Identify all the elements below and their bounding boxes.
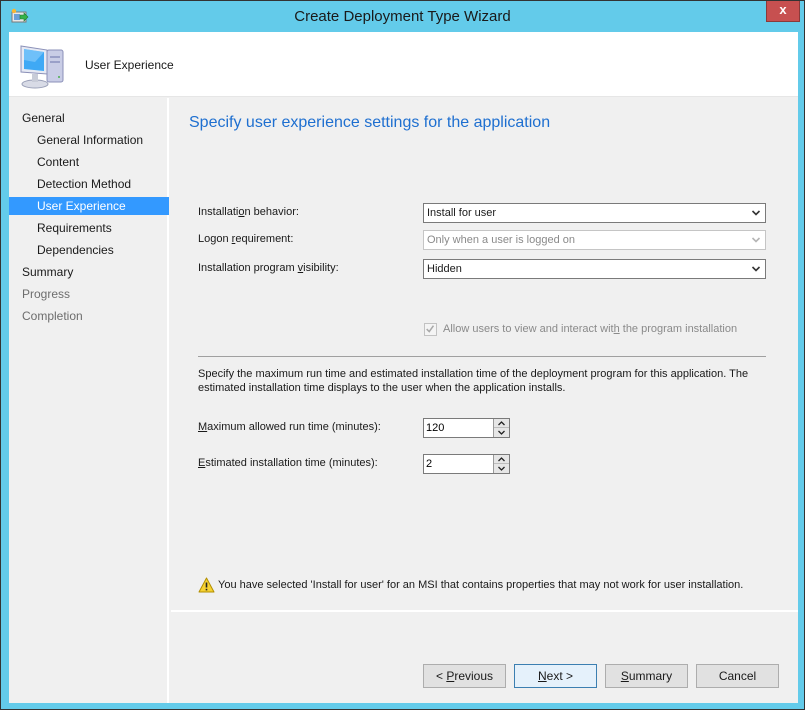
summary-button[interactable]: Summary <box>605 664 688 688</box>
logon-requirement-value: Only when a user is logged on <box>427 234 575 246</box>
allow-interact-label: Allow users to view and interact with th… <box>443 323 738 335</box>
spin-down-button[interactable] <box>494 464 509 473</box>
estimated-time-value[interactable]: 2 <box>426 458 432 470</box>
nav-item-summary[interactable]: Summary <box>9 263 169 281</box>
installation-behavior-label: Installation behavior: <box>198 206 299 218</box>
footer-divider <box>171 610 798 612</box>
nav-item-general[interactable]: General <box>9 109 169 127</box>
nav-item-requirements[interactable]: Requirements <box>9 219 169 237</box>
chevron-up-icon <box>498 456 505 461</box>
warning-text: You have selected 'Install for user' for… <box>218 579 744 591</box>
spin-up-button[interactable] <box>494 419 509 428</box>
spin-up-button[interactable] <box>494 455 509 464</box>
wizard-page: Specify user experience settings for the… <box>171 98 798 703</box>
program-visibility-value: Hidden <box>427 263 462 275</box>
max-run-time-label: Maximum allowed run time (minutes): <box>198 421 381 433</box>
installation-behavior-value: Install for user <box>427 207 497 219</box>
nav-item-dependencies[interactable]: Dependencies <box>9 241 169 259</box>
estimated-time-label: Estimated installation time (minutes): <box>198 457 378 469</box>
nav-item-general-information[interactable]: General Information <box>9 131 169 149</box>
chevron-down-icon <box>751 210 761 216</box>
window-title: Create Deployment Type Wizard <box>294 8 511 25</box>
program-visibility-dropdown[interactable]: Hidden <box>423 259 766 279</box>
max-run-time-value[interactable]: 120 <box>426 422 444 434</box>
wizard-step-navigation: General General Information Content Dete… <box>9 98 169 703</box>
computer-icon <box>20 45 64 89</box>
wizard-client-area: User Experience General General Informat… <box>9 32 798 703</box>
max-run-time-spin-buttons <box>493 419 509 437</box>
spin-down-button[interactable] <box>494 428 509 437</box>
title-bar[interactable]: Create Deployment Type Wizard x <box>1 1 804 31</box>
chevron-up-icon <box>498 420 505 425</box>
max-run-time-spinner[interactable]: 120 <box>423 418 510 438</box>
cancel-button[interactable]: Cancel <box>696 664 779 688</box>
runtime-description: Specify the maximum run time and estimat… <box>198 368 749 394</box>
wizard-window: Create Deployment Type Wizard x User Exp… <box>0 0 805 710</box>
chevron-down-icon <box>751 266 761 272</box>
warning-icon <box>198 577 215 593</box>
logon-requirement-label: Logon requirement: <box>198 233 294 245</box>
nav-item-detection-method[interactable]: Detection Method <box>9 175 169 193</box>
installation-behavior-dropdown[interactable]: Install for user <box>423 203 766 223</box>
next-button[interactable]: Next > <box>514 664 597 688</box>
previous-button[interactable]: < Previous <box>423 664 506 688</box>
chevron-down-icon <box>498 466 505 471</box>
chevron-down-icon <box>751 237 761 243</box>
nav-item-user-experience[interactable]: User Experience <box>9 197 169 215</box>
nav-item-content[interactable]: Content <box>9 153 169 171</box>
close-button[interactable]: x <box>766 1 800 22</box>
logon-requirement-dropdown: Only when a user is logged on <box>423 230 766 250</box>
nav-item-completion: Completion <box>22 309 83 323</box>
nav-item-progress: Progress <box>22 287 71 301</box>
allow-interact-checkbox <box>424 323 437 336</box>
chevron-down-icon <box>498 430 505 435</box>
checkmark-icon <box>426 325 435 333</box>
program-visibility-label: Installation program visibility: <box>198 262 339 274</box>
section-divider <box>198 356 766 357</box>
estimated-time-spin-buttons <box>493 455 509 473</box>
page-heading: Specify user experience settings for the… <box>189 114 551 131</box>
header-step-title: User Experience <box>85 58 174 72</box>
wizard-header: User Experience <box>9 32 798 97</box>
estimated-time-spinner[interactable]: 2 <box>423 454 510 474</box>
